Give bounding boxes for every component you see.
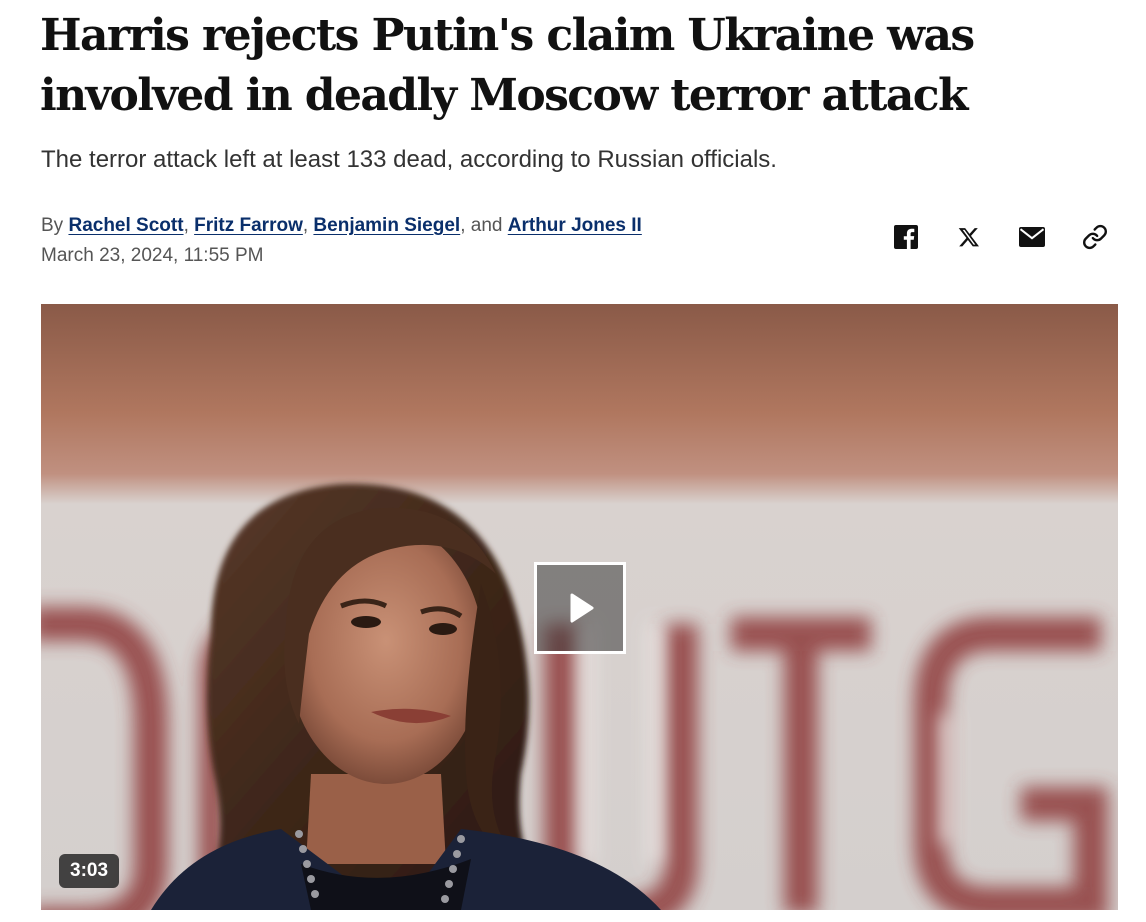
play-icon xyxy=(570,593,594,623)
article-dek: The terror attack left at least 133 dead… xyxy=(41,146,777,173)
facebook-icon xyxy=(894,225,918,249)
share-email-button[interactable] xyxy=(1015,220,1049,254)
byline: By Rachel Scott, Fritz Farrow, Benjamin … xyxy=(41,213,642,239)
video-player[interactable]: 3:03 xyxy=(41,304,1118,910)
article-page: Harris rejects Putin's claim Ukraine was… xyxy=(0,0,1146,922)
byline-prefix: By xyxy=(41,215,64,236)
article-headline: Harris rejects Putin's claim Ukraine was… xyxy=(40,10,975,121)
byline-separator: , xyxy=(302,215,309,236)
video-duration-badge: 3:03 xyxy=(59,854,120,888)
copy-link-button[interactable] xyxy=(1078,220,1112,254)
share-x-button[interactable] xyxy=(952,220,986,254)
play-button[interactable] xyxy=(534,562,626,654)
share-facebook-button[interactable] xyxy=(889,220,923,254)
publish-timestamp: March 23, 2024, 11:55 PM xyxy=(41,245,264,266)
x-icon xyxy=(958,228,979,247)
byline-conjunction: , and xyxy=(460,215,503,236)
email-icon xyxy=(1019,227,1045,247)
byline-separator: , xyxy=(183,215,189,236)
author-link-arthur-jones[interactable]: Arthur Jones II xyxy=(508,215,642,236)
author-link-benjamin-siegel[interactable]: Benjamin Siegel xyxy=(313,215,460,236)
author-link-rachel-scott[interactable]: Rachel Scott xyxy=(68,215,183,236)
author-link-fritz-farrow[interactable]: Fritz Farrow xyxy=(194,215,303,236)
link-icon xyxy=(1083,224,1107,250)
